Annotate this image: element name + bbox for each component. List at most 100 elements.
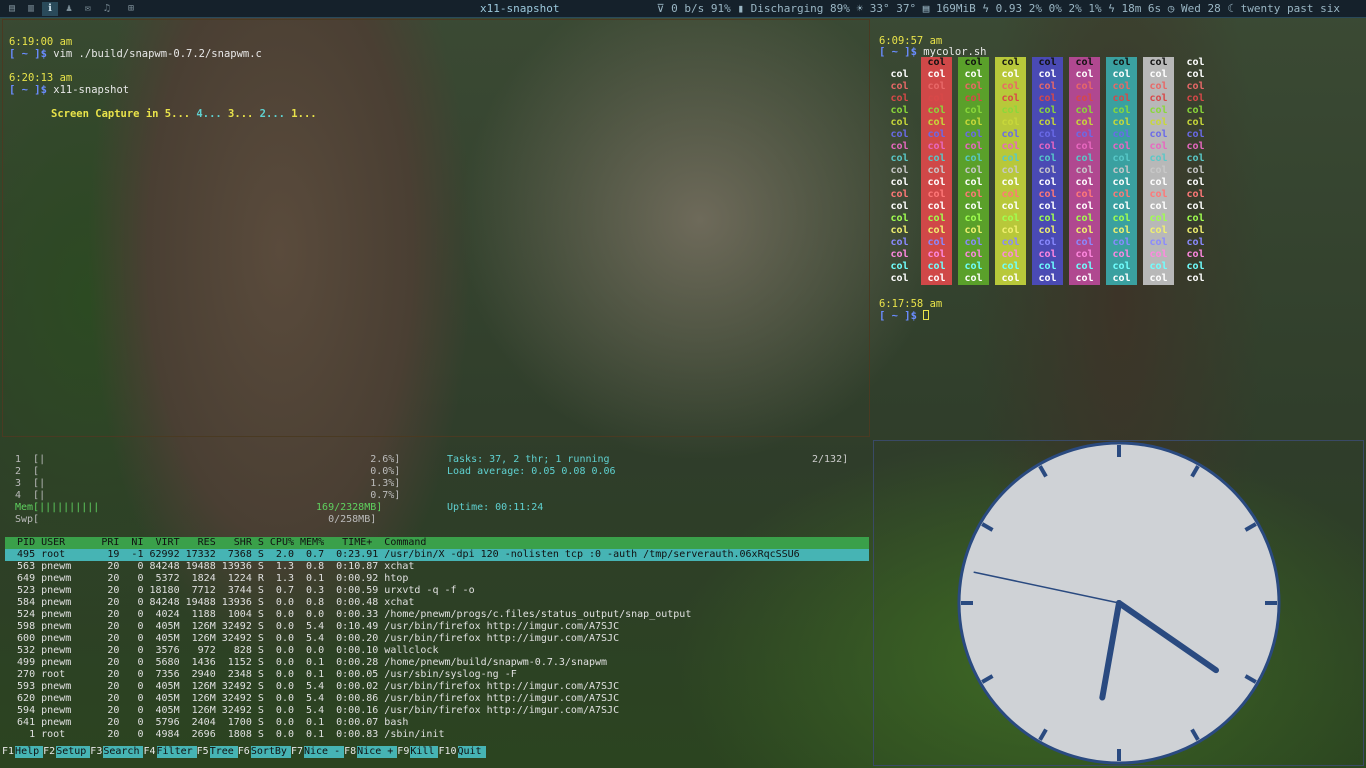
color-cell: col — [995, 177, 1026, 189]
color-cell: col — [958, 105, 989, 117]
process-row[interactable]: 1 root 20 0 4984 2696 1808 S 0.0 0.1 0:0… — [5, 729, 869, 741]
grid-icon[interactable]: ⊞ — [123, 2, 139, 16]
fkey-f2[interactable]: F2 Setup — [43, 746, 91, 758]
process-row[interactable]: 598 pnewm 20 0 405M 126M 32492 S 0.0 5.4… — [5, 621, 869, 633]
color-cell: col — [1106, 261, 1137, 273]
color-row: col col col col col col col col col — [884, 189, 1211, 201]
color-cell: col — [1106, 57, 1137, 69]
fkey-f10[interactable]: F10 Quit — [438, 746, 486, 758]
workspace-4[interactable]: ♟ — [61, 2, 77, 16]
color-cell: col — [1186, 225, 1205, 236]
prompt: [ ~ ]$ — [879, 310, 924, 322]
color-cell: col — [890, 165, 909, 176]
fkey-f5[interactable]: F5 Tree — [197, 746, 238, 758]
color-cell: col — [958, 165, 989, 177]
color-cell: col — [1069, 201, 1100, 213]
fkey-number: F6 — [237, 746, 250, 757]
cpu-meter-1: 1 [| 2.6%] — [15, 454, 401, 465]
color-cell: col — [1143, 249, 1174, 261]
color-cell: col — [995, 261, 1026, 273]
wallclock-window — [873, 440, 1364, 766]
color-row: col col col col col col col col col — [884, 213, 1211, 225]
process-row[interactable]: 523 pnewm 20 0 18180 7712 3744 S 0.7 0.3… — [5, 585, 869, 597]
process-row[interactable]: 532 pnewm 20 0 3576 972 828 S 0.0 0.0 0:… — [5, 645, 869, 657]
color-cell: col — [995, 129, 1026, 141]
fkey-f8[interactable]: F8 Nice + — [344, 746, 398, 758]
process-row[interactable]: 649 pnewm 20 0 5372 1824 1224 R 1.3 0.1 … — [5, 573, 869, 585]
workspace-2[interactable]: ▥ — [23, 2, 39, 16]
color-cell: col — [890, 201, 909, 212]
color-cell: col — [995, 57, 1026, 69]
color-cell: col — [1186, 129, 1205, 140]
process-row[interactable]: 641 pnewm 20 0 5796 2404 1700 S 0.0 0.1 … — [5, 717, 869, 729]
analog-clock — [957, 441, 1281, 765]
process-row[interactable]: 600 pnewm 20 0 405M 126M 32492 S 0.0 5.4… — [5, 633, 869, 645]
color-cell: col — [890, 93, 909, 104]
function-key-bar: F1 Help F2 Setup F3 Search F4 Filter F5 Tree F6 Sor… — [2, 746, 870, 758]
color-cell: col — [1106, 81, 1137, 93]
color-cell: col — [1032, 261, 1063, 273]
color-cell: col — [1186, 273, 1205, 284]
color-cell: col — [1143, 105, 1174, 117]
color-cell: col — [921, 177, 952, 189]
color-cell: col — [1106, 225, 1137, 237]
process-row[interactable]: 563 pnewm 20 0 84248 19488 13936 S 1.3 0… — [5, 561, 869, 573]
prompt-line: [ ~ ]$ vim ./build/snapwm-0.7.2/snapwm.c — [9, 48, 262, 60]
fkey-f1[interactable]: F1 Help — [2, 746, 44, 758]
process-row[interactable]: 593 pnewm 20 0 405M 126M 32492 S 0.0 5.4… — [5, 681, 869, 693]
process-row[interactable]: 499 pnewm 20 0 5680 1436 1152 S 0.0 0.1 … — [5, 657, 869, 669]
fkey-f7[interactable]: F7 Nice - — [291, 746, 345, 758]
color-cell: col — [1143, 141, 1174, 153]
color-cell: col — [1032, 249, 1063, 261]
terminal-window-right[interactable]: 6:09:57 am [ ~ ]$ mycolor.sh col col col co… — [873, 19, 1364, 437]
color-cell: col — [890, 69, 909, 80]
color-cell: col — [1186, 93, 1205, 104]
color-cell: col — [995, 249, 1026, 261]
color-row: col col col col col col col col col — [884, 261, 1211, 273]
workspace-1[interactable]: ▤ — [4, 2, 20, 16]
fkey-number: F2 — [43, 746, 56, 757]
process-row[interactable]: 495 root 19 -1 62992 17332 7368 S 2.0 0.… — [5, 549, 869, 561]
color-cell: col — [890, 261, 909, 272]
command: vim ./build/snapwm-0.7.2/snapwm.c — [53, 48, 262, 60]
fkey-label: Quit — [457, 746, 486, 758]
color-cell: col — [1032, 273, 1063, 285]
color-cell: col — [1032, 105, 1063, 117]
fkey-number: F4 — [143, 746, 156, 757]
color-cell: col — [1032, 117, 1063, 129]
process-row[interactable]: 584 pnewm 20 0 84248 19488 13936 S 0.0 0… — [5, 597, 869, 609]
color-cell: col — [921, 129, 952, 141]
color-cell: col — [1143, 153, 1174, 165]
color-row: col col col col col col col col col — [884, 81, 1211, 93]
color-row: col col col col col col col col col — [884, 105, 1211, 117]
color-cell: col — [921, 153, 952, 165]
fkey-f4[interactable]: F4 Filter — [143, 746, 197, 758]
process-row[interactable]: 594 pnewm 20 0 405M 126M 32492 S 0.0 5.4… — [5, 705, 869, 717]
color-cell: col — [1106, 105, 1137, 117]
htop-window[interactable]: 1 [| 2.6%] 2 [ 0.0%] 3 [| 1.3%] 4 [| 0.7… — [2, 440, 870, 766]
process-table-header[interactable]: PID USER PRI NI VIRT RES SHR S CPU% MEM%… — [5, 537, 869, 549]
fkey-f3[interactable]: F3 Search — [90, 746, 144, 758]
workspace-3[interactable]: ℹ — [42, 1, 58, 16]
color-cell: col — [1143, 177, 1174, 189]
terminal-window-left[interactable]: 6:19:00 am [ ~ ]$ vim ./build/snapwm-0.7… — [2, 19, 870, 437]
system-status: ⊽ 0 b/s 91% ▮ Discharging 89% ☀ 33° 37° … — [656, 2, 1340, 15]
color-cell: col — [890, 105, 909, 116]
color-cell: col — [1106, 129, 1137, 141]
color-cell: col — [921, 165, 952, 177]
process-row[interactable]: 524 pnewm 20 0 4024 1188 1004 S 0.0 0.0 … — [5, 609, 869, 621]
process-row[interactable]: 620 pnewm 20 0 405M 126M 32492 S 0.0 5.4… — [5, 693, 869, 705]
workspace-5[interactable]: ✉ — [80, 2, 96, 16]
fkey-f9[interactable]: F9 Kill — [397, 746, 439, 758]
color-cell: col — [1143, 213, 1174, 225]
color-cell: col — [1143, 81, 1174, 93]
workspace-6[interactable]: ♫ — [99, 2, 115, 16]
color-cell: col — [1069, 81, 1100, 93]
color-cell: col — [995, 213, 1026, 225]
color-cell: col — [890, 189, 909, 200]
prompt: [ ~ ]$ — [9, 84, 54, 96]
color-cell: col — [1032, 129, 1063, 141]
fkey-f6[interactable]: F6 SortBy — [238, 746, 291, 758]
process-row[interactable]: 270 root 20 0 7356 2940 2348 S 0.0 0.1 0… — [5, 669, 869, 681]
color-cell: col — [1106, 249, 1137, 261]
